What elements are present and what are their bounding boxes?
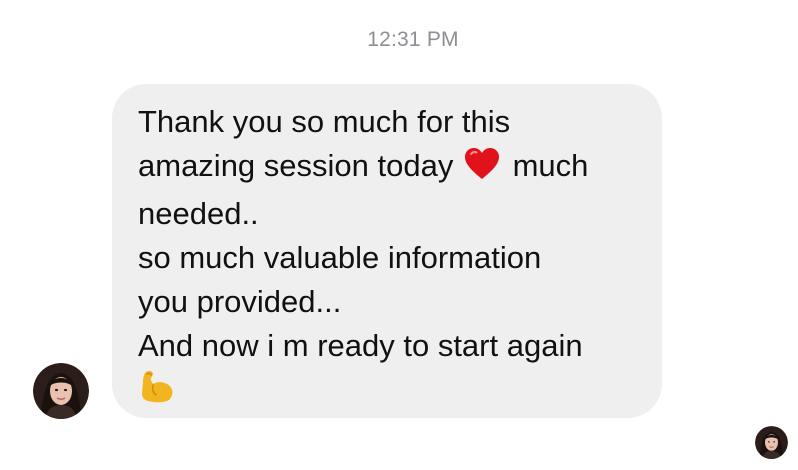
message-line-5: you provided... [138,284,342,319]
incoming-message-row: Thank you so much for this amazing sessi… [0,0,798,470]
avatar-photo-icon [33,363,89,419]
seen-indicator-avatar [755,426,788,459]
avatar-photo-icon [755,426,788,459]
message-bubble[interactable]: Thank you so much for this amazing sessi… [112,84,662,418]
message-line-7 [138,368,636,416]
message-line-6: And now i m ready to start again [138,328,583,363]
message-line-2-end: much [512,148,589,183]
message-line-3: needed.. [138,196,259,231]
message-line-4: so much valuable information [138,240,542,275]
sender-avatar[interactable] [33,363,89,419]
message-line-2: amazing session today much [138,144,636,192]
red-heart-icon [464,147,500,192]
message-line-2-start: amazing session today [138,148,454,183]
message-line-1: Thank you so much for this [138,104,511,139]
flexed-biceps-icon [138,368,176,416]
